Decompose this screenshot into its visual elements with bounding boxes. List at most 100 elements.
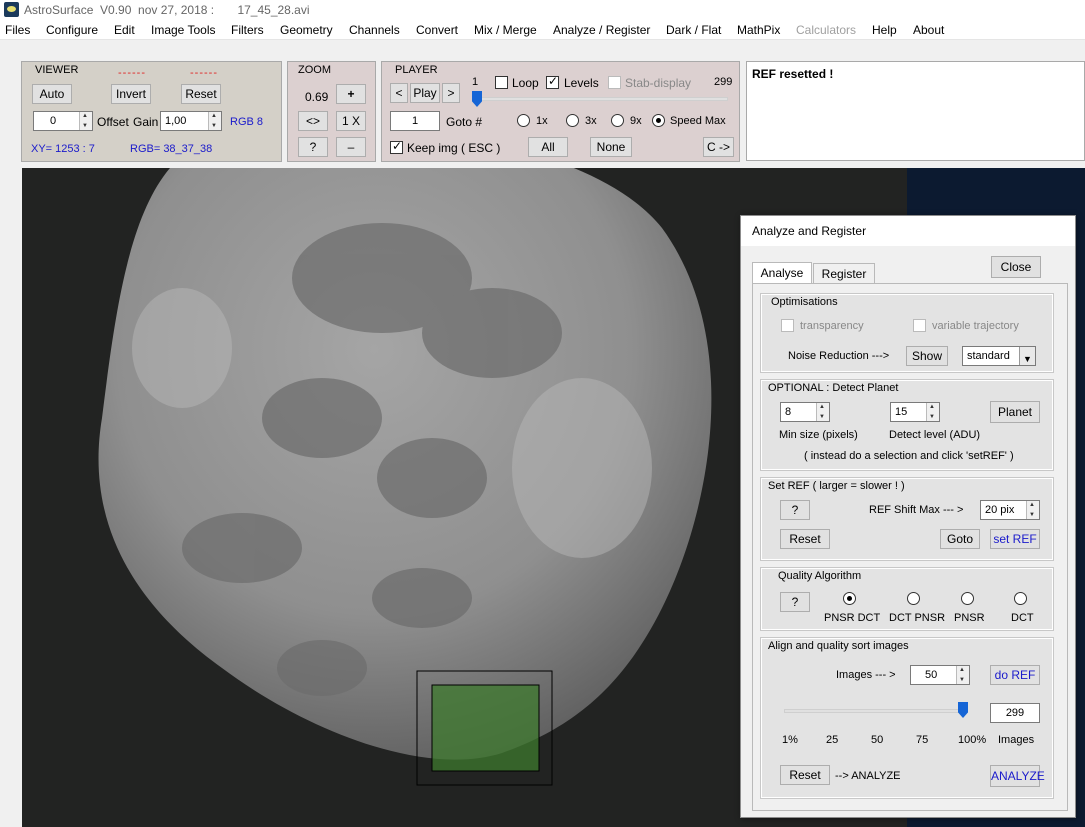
menu-edit[interactable]: Edit bbox=[114, 23, 135, 37]
menu-geometry[interactable]: Geometry bbox=[280, 23, 333, 37]
menu-mix-merge[interactable]: Mix / Merge bbox=[474, 23, 537, 37]
menu-image-tools[interactable]: Image Tools bbox=[151, 23, 215, 37]
speed-max-radio[interactable] bbox=[652, 114, 665, 127]
zoom-1x-button[interactable]: 1 X bbox=[336, 111, 366, 131]
quality-algorithm-title: Quality Algorithm bbox=[778, 570, 862, 582]
frame-slider-track[interactable] bbox=[476, 97, 728, 101]
align-sort-title: Align and quality sort images bbox=[768, 640, 909, 652]
none-button[interactable]: None bbox=[590, 137, 632, 157]
zoom-title: ZOOM bbox=[298, 64, 331, 76]
quality-dct-label: DCT bbox=[1011, 612, 1034, 624]
menu-filters[interactable]: Filters bbox=[231, 23, 264, 37]
selection-inner[interactable] bbox=[431, 684, 540, 772]
gain-spinner[interactable] bbox=[208, 112, 221, 130]
zoom-panel: ZOOM 0.69 + <> 1 X ? – bbox=[287, 61, 376, 162]
goto-ref-button[interactable]: Goto bbox=[940, 529, 980, 549]
quality-pnsr-radio[interactable] bbox=[961, 592, 974, 605]
set-ref-group: Set REF ( larger = slower ! ) ? REF Shif… bbox=[760, 477, 1054, 561]
set-ref-button[interactable]: set REF bbox=[990, 529, 1040, 549]
quality-slider-track[interactable] bbox=[784, 709, 968, 713]
quality-dct-pnsr-radio[interactable] bbox=[907, 592, 920, 605]
quality-pnsr-dct-radio[interactable] bbox=[843, 592, 856, 605]
quality-dct-radio[interactable] bbox=[1014, 592, 1027, 605]
planet-button[interactable]: Planet bbox=[990, 401, 1040, 423]
menu-help[interactable]: Help bbox=[872, 23, 897, 37]
shift-max-label: REF Shift Max --- > bbox=[869, 504, 964, 516]
dialog-titlebar: Analyze and Register bbox=[741, 216, 1075, 246]
speed-1x-radio[interactable] bbox=[517, 114, 530, 127]
quality-slider-thumb[interactable] bbox=[958, 702, 968, 718]
offset-input[interactable]: 0 bbox=[33, 111, 93, 131]
min-size-spinner[interactable] bbox=[816, 403, 829, 421]
align-reset-button[interactable]: Reset bbox=[780, 765, 830, 785]
images-input[interactable]: 50 bbox=[910, 665, 970, 685]
offset-label: Offset bbox=[97, 115, 129, 129]
player-title: PLAYER bbox=[395, 64, 438, 76]
levels-label: Levels bbox=[564, 76, 599, 90]
chevron-down-icon[interactable] bbox=[1019, 347, 1035, 368]
shift-max-spinner[interactable] bbox=[1026, 501, 1039, 519]
quality-help-button[interactable]: ? bbox=[780, 592, 810, 612]
loop-checkbox[interactable] bbox=[495, 76, 508, 89]
gain-input[interactable]: 1,00 bbox=[160, 111, 222, 131]
tab-analyse[interactable]: Analyse bbox=[752, 262, 812, 283]
menu-configure[interactable]: Configure bbox=[46, 23, 98, 37]
menu-channels[interactable]: Channels bbox=[349, 23, 400, 37]
zoom-in-button[interactable]: + bbox=[336, 84, 366, 104]
viewer-panel: VIEWER ------ ------ Auto Invert Reset 0… bbox=[21, 61, 282, 162]
menu-calculators[interactable]: Calculators bbox=[796, 23, 856, 37]
tab-register[interactable]: Register bbox=[813, 263, 875, 283]
viewer-dash-2: ------ bbox=[190, 67, 218, 79]
levels-checkbox[interactable] bbox=[546, 74, 559, 89]
stab-display-label: Stab-display bbox=[625, 76, 692, 90]
detect-level-input[interactable]: 15 bbox=[890, 402, 940, 422]
goto-input[interactable]: 1 bbox=[390, 111, 440, 131]
offset-spinner[interactable] bbox=[79, 112, 92, 130]
zoom-fit-button[interactable]: <> bbox=[298, 111, 328, 131]
optimisations-title: Optimisations bbox=[771, 296, 838, 308]
noise-show-button[interactable]: Show bbox=[906, 346, 948, 366]
transparency-checkbox[interactable] bbox=[781, 319, 794, 332]
detect-level-spinner[interactable] bbox=[926, 403, 939, 421]
optimisations-group: Optimisations transparency variable traj… bbox=[760, 293, 1054, 373]
images-spinner[interactable] bbox=[956, 666, 969, 684]
menu-about[interactable]: About bbox=[913, 23, 944, 37]
toolbar-area: VIEWER ------ ------ Auto Invert Reset 0… bbox=[0, 40, 1085, 168]
next-frame-button[interactable]: > bbox=[442, 83, 460, 103]
menu-dark-flat[interactable]: Dark / Flat bbox=[666, 23, 721, 37]
noise-select[interactable]: standard bbox=[962, 346, 1036, 368]
min-size-input[interactable]: 8 bbox=[780, 402, 830, 422]
zoom-help-button[interactable]: ? bbox=[298, 137, 328, 157]
speed-9x-radio[interactable] bbox=[611, 114, 624, 127]
prev-frame-button[interactable]: < bbox=[390, 83, 408, 103]
keep-img-checkbox[interactable] bbox=[390, 139, 403, 154]
tick-100: 100% bbox=[958, 734, 987, 746]
viewer-reset-button[interactable]: Reset bbox=[181, 84, 221, 104]
menu-convert[interactable]: Convert bbox=[416, 23, 458, 37]
all-button[interactable]: All bbox=[528, 137, 568, 157]
close-button[interactable]: Close bbox=[991, 256, 1041, 278]
player-panel: PLAYER < Play > 1 Loop Levels Stab-displ… bbox=[381, 61, 740, 162]
menu-analyze-register[interactable]: Analyze / Register bbox=[553, 23, 650, 37]
do-ref-button[interactable]: do REF bbox=[990, 665, 1040, 685]
frame-slider-thumb[interactable] bbox=[472, 91, 482, 107]
menu-files[interactable]: Files bbox=[5, 23, 30, 37]
menu-mathpix[interactable]: MathPix bbox=[737, 23, 780, 37]
speed-1x-label: 1x bbox=[536, 115, 548, 127]
set-ref-title: Set REF ( larger = slower ! ) bbox=[768, 480, 905, 492]
play-button[interactable]: Play bbox=[410, 83, 440, 103]
noise-reduction-label: Noise Reduction ---> bbox=[788, 350, 890, 362]
set-ref-help-button[interactable]: ? bbox=[780, 500, 810, 520]
stab-display-checkbox[interactable] bbox=[608, 76, 621, 89]
speed-3x-radio[interactable] bbox=[566, 114, 579, 127]
variable-trajectory-checkbox[interactable] bbox=[913, 319, 926, 332]
analyze-button[interactable]: ANALYZE bbox=[990, 765, 1045, 787]
shift-max-value: 20 pix bbox=[985, 504, 1015, 516]
zoom-out-button[interactable]: – bbox=[336, 137, 366, 157]
shift-max-select[interactable]: 20 pix bbox=[980, 500, 1040, 520]
set-ref-reset-button[interactable]: Reset bbox=[780, 529, 830, 549]
auto-button[interactable]: Auto bbox=[32, 84, 72, 104]
analyze-arrow-label: --> ANALYZE bbox=[835, 770, 901, 782]
invert-button[interactable]: Invert bbox=[111, 84, 151, 104]
copy-button[interactable]: C -> bbox=[703, 137, 734, 157]
